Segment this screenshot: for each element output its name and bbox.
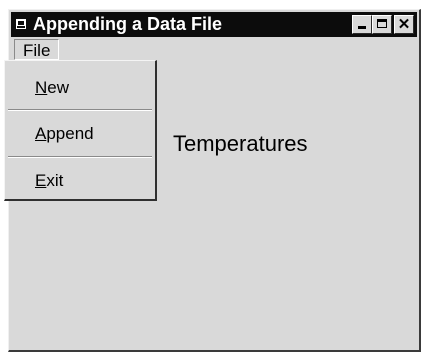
app-icon[interactable] bbox=[16, 19, 26, 29]
menu-separator bbox=[8, 109, 152, 111]
menu-item-append-accelerator: A bbox=[35, 124, 47, 143]
menu-item-append-label: ppend bbox=[46, 124, 94, 143]
window-title: Appending a Data File bbox=[33, 14, 223, 34]
window-controls: ✕ bbox=[352, 15, 414, 34]
temperatures-label: Temperatures bbox=[173, 131, 308, 156]
close-button[interactable]: ✕ bbox=[394, 15, 414, 34]
title-bar[interactable]: Appending a Data File ✕ bbox=[11, 12, 417, 37]
menu-item-exit[interactable]: Exit bbox=[5, 163, 155, 199]
maximize-button[interactable] bbox=[372, 15, 392, 34]
menu-item-exit-label: xit bbox=[46, 171, 64, 190]
menu-item-new-accelerator: N bbox=[35, 78, 48, 97]
menu-file[interactable]: File bbox=[14, 39, 60, 60]
file-dropdown-menu: New Append Exit bbox=[4, 60, 157, 201]
menu-bar: File bbox=[11, 38, 417, 62]
menu-item-new[interactable]: New bbox=[5, 70, 155, 106]
menu-item-exit-accelerator: E bbox=[35, 171, 47, 190]
menu-item-new-label: ew bbox=[47, 78, 70, 97]
menu-separator bbox=[8, 156, 152, 158]
close-icon: ✕ bbox=[397, 16, 411, 33]
minimize-button[interactable] bbox=[352, 15, 372, 34]
menu-item-append[interactable]: Append bbox=[5, 116, 155, 152]
